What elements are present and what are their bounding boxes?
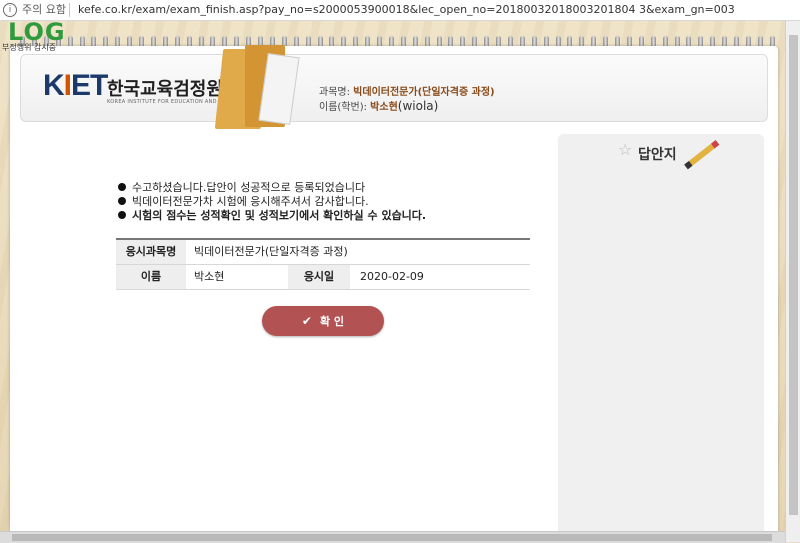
confirm-label: 확 인 [319,315,345,328]
brand-name-en: KOREA INSTITUTE FOR EDUCATION AND TEST [107,99,233,105]
address-bar[interactable]: i 주의 요함 kefe.co.kr/exam/exam_finish.asp?… [0,0,800,21]
student-info: 이름(학번): 박소현(wiola) [319,98,438,113]
date-header: 응시일 [288,265,350,289]
subject-value: 빅데이터전문가(단일자격증 과정) [353,87,495,98]
message-line: 수고하셨습니다.답안이 성공적으로 등록되었습니다 [118,181,426,195]
pencil-icon [684,140,720,170]
message-line: 시험의 점수는 성적확인 및 성적보기에서 확인하실 수 있습니다. [118,209,426,223]
brand-name-kr: 한국교육검정원 [107,79,223,100]
student-label: 이름(학번): [319,102,367,113]
kiet-logo: KIET [43,69,108,102]
answer-sheet-title: 답안지 [638,147,677,163]
answer-sheet-panel: ☆ 답안지 [558,134,764,536]
url-text[interactable]: kefe.co.kr/exam/exam_finish.asp?pay_no=s… [78,0,735,20]
folder-illustration [214,45,300,131]
subject-label: 과목명: [319,87,350,98]
confirm-button[interactable]: ✔ 확 인 [262,306,384,336]
divider [69,3,70,17]
completion-messages: 수고하셨습니다.답안이 성공적으로 등록되었습니다 빅데이터전문가차 시험에 응… [118,181,426,223]
star-icon: ☆ [618,140,633,159]
log-subtext: 부정행위 감시중 [2,43,57,52]
subject-cell: 빅데이터전문가(단일자격증 과정) [194,245,348,258]
table-row: 응시과목명 빅데이터전문가(단일자격증 과정) [116,240,530,265]
horizontal-scrollbar[interactable] [0,531,785,543]
notebook-page: KIET 한국교육검정원 KOREA INSTITUTE FOR EDUCATI… [10,45,778,536]
date-cell: 2020-02-09 [360,270,424,283]
security-warning[interactable]: 주의 요함 [22,0,66,20]
info-icon[interactable]: i [3,3,17,17]
name-cell: 박소현 [194,270,225,283]
check-icon: ✔ [301,314,312,328]
subject-header: 응시과목명 [116,240,186,264]
table-row: 이름 박소현 응시일 2020-02-09 [116,265,530,290]
vertical-scrollbar[interactable] [785,21,800,542]
header: KIET 한국교육검정원 KOREA INSTITUTE FOR EDUCATI… [20,45,768,129]
student-name: 박소현 [370,102,398,113]
message-line: 빅데이터전문가차 시험에 응시해주셔서 감사합니다. [118,195,426,209]
student-id: (wiola) [397,99,439,113]
result-table: 응시과목명 빅데이터전문가(단일자격증 과정) 이름 박소현 응시일 2020-… [116,238,530,290]
name-header: 이름 [116,265,186,289]
scroll-thumb[interactable] [12,534,772,541]
exam-subject: 과목명: 빅데이터전문가(단일자격증 과정) [319,83,495,98]
scroll-thumb[interactable] [789,35,798,515]
log-watermark: LOG [8,18,66,46]
